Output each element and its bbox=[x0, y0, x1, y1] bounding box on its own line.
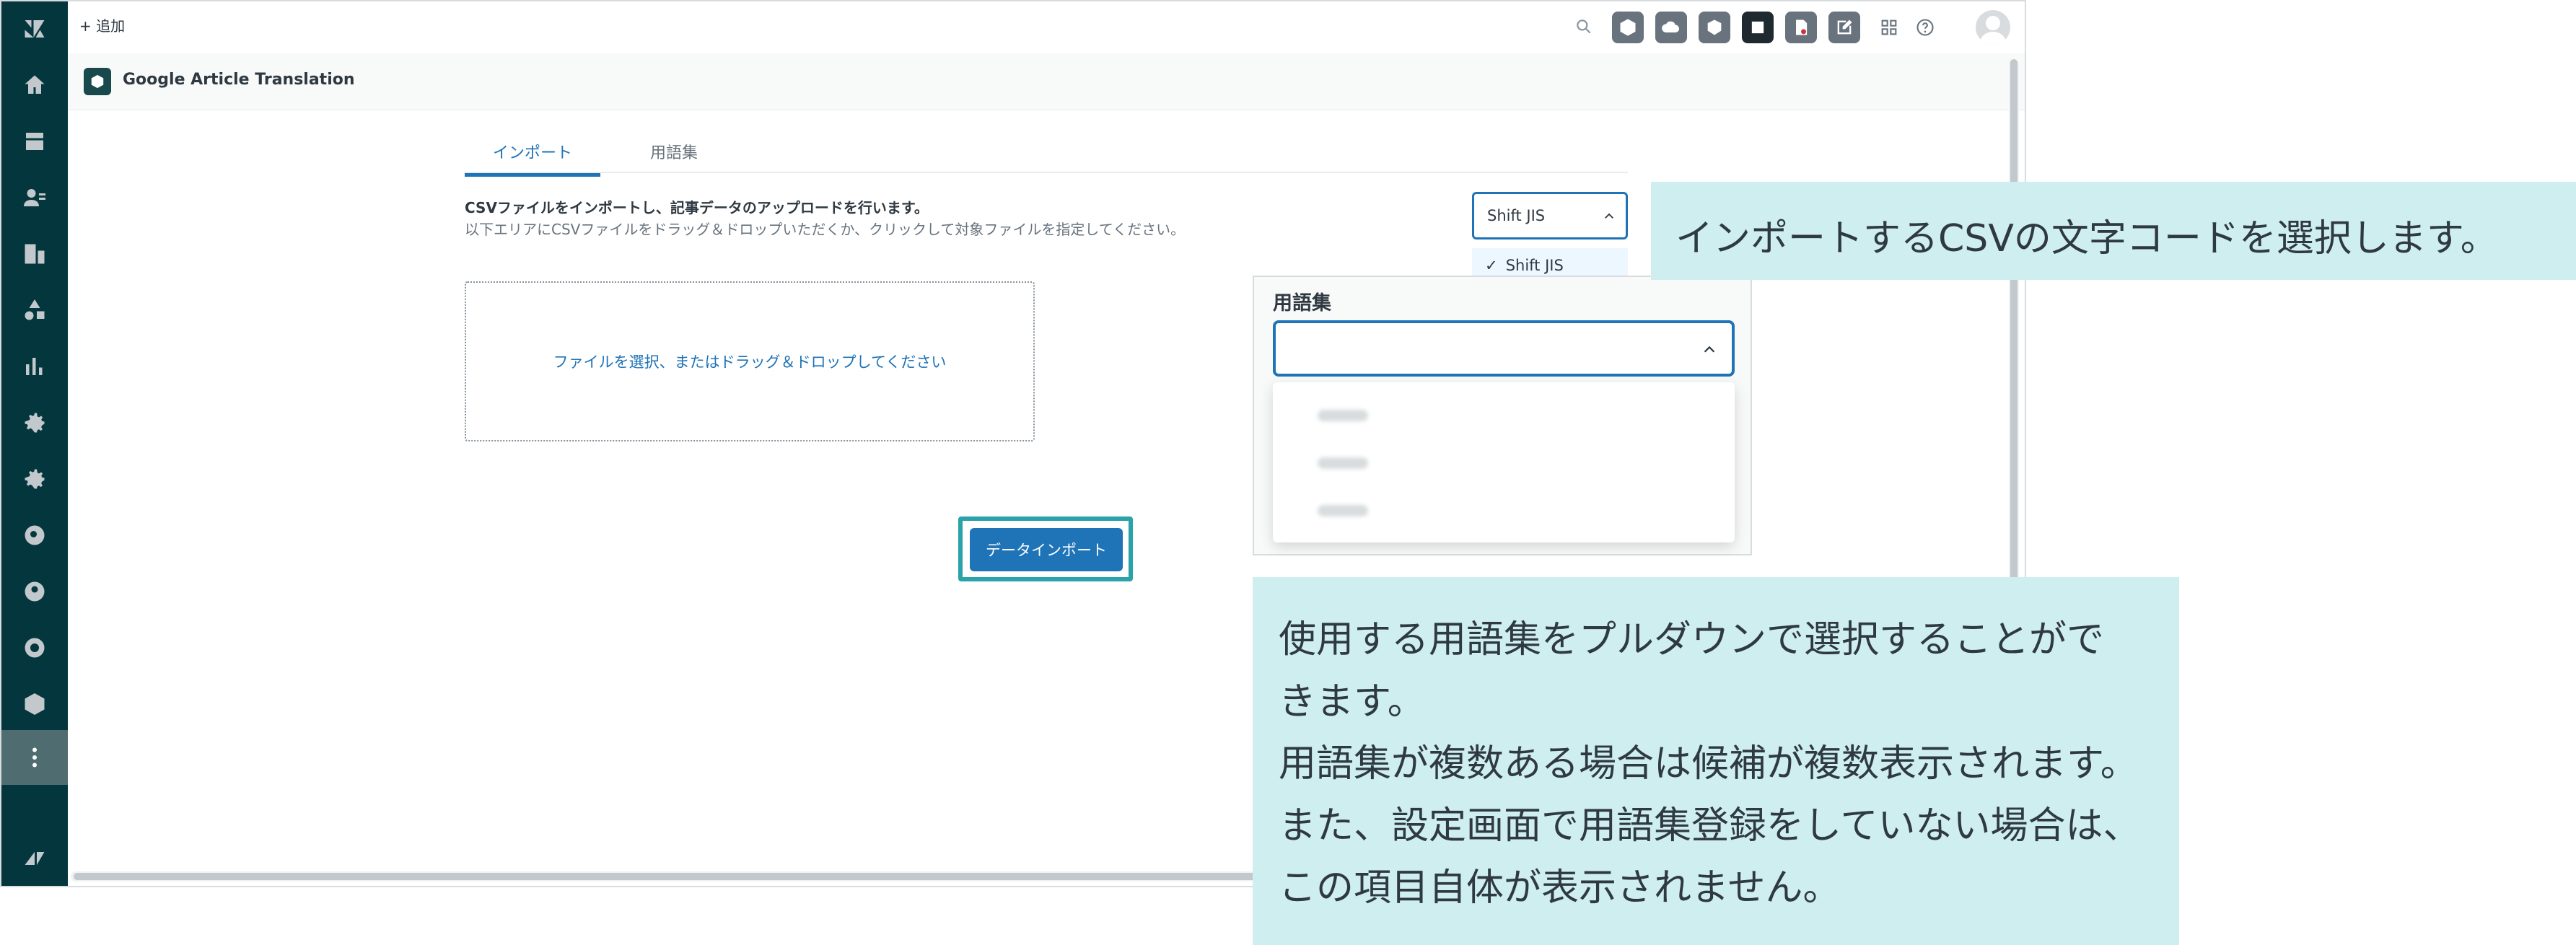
product-grid-icon[interactable] bbox=[1879, 17, 1899, 38]
views-icon[interactable] bbox=[20, 127, 49, 156]
admin-gear-icon[interactable] bbox=[20, 465, 49, 493]
app-document-icon[interactable] bbox=[1785, 12, 1817, 43]
sidebar bbox=[1, 1, 68, 886]
user-avatar[interactable] bbox=[1976, 10, 2010, 45]
glossary-option-blurred[interactable] bbox=[1318, 410, 1368, 421]
glossary-label: 用語集 bbox=[1273, 292, 1331, 315]
glossary-select[interactable] bbox=[1273, 320, 1735, 377]
search-circle-icon[interactable] bbox=[20, 521, 49, 550]
add-label: + 追加 bbox=[79, 17, 126, 35]
shapes-icon[interactable] bbox=[20, 296, 49, 325]
app-circle-icon[interactable] bbox=[20, 633, 49, 662]
glossary-callout-line: この項目自体が表示されません。 bbox=[1279, 866, 1841, 910]
customers-icon[interactable] bbox=[20, 183, 49, 212]
encoding-callout-text: インポートするCSVの文字コードを選択します。 bbox=[1675, 217, 2498, 260]
dropzone-text: ファイルを選択、またはドラッグ＆ドロップしてください bbox=[553, 353, 947, 371]
tab-import[interactable]: インポート bbox=[465, 140, 600, 177]
glossary-callout: 使用する用語集をプルダウンで選択することがで きます。 用語集が複数ある場合は候… bbox=[1253, 577, 2179, 945]
help-icon[interactable] bbox=[1915, 17, 1935, 38]
app-edit-icon[interactable] bbox=[1828, 12, 1860, 43]
encoding-callout: インポートするCSVの文字コードを選択します。 bbox=[1651, 182, 2576, 280]
glossary-callout-line: また、設定画面で用語集登録をしていない場合は、 bbox=[1279, 804, 2141, 848]
file-dropzone[interactable]: ファイルを選択、またはドラッグ＆ドロップしてください bbox=[465, 281, 1035, 441]
app-box-cloud-icon[interactable] bbox=[1699, 12, 1730, 43]
app-cube-icon[interactable] bbox=[1612, 12, 1644, 43]
glossary-options-menu bbox=[1273, 382, 1735, 542]
zendesk-logo-icon[interactable] bbox=[20, 14, 49, 43]
import-description-body: 以下エリアにCSVファイルをドラッグ＆ドロップいただくか、クリックして対象ファイ… bbox=[465, 221, 1186, 238]
user-circle-icon[interactable] bbox=[20, 577, 49, 606]
glossary-panel: 用語集 bbox=[1253, 276, 1752, 555]
tab-list: インポート 用語集 bbox=[465, 131, 1628, 177]
glossary-callout-line: 用語集が複数ある場合は候補が複数表示されます。 bbox=[1279, 742, 2138, 786]
app-logo-icon bbox=[84, 68, 111, 95]
tab-glossary[interactable]: 用語集 bbox=[631, 140, 717, 173]
encoding-option-label: Shift JIS bbox=[1505, 257, 1564, 274]
home-icon[interactable] bbox=[20, 71, 49, 100]
glossary-callout-line: きます。 bbox=[1279, 680, 1425, 724]
app-box-icon[interactable] bbox=[20, 690, 49, 718]
more-apps-icon[interactable] bbox=[20, 743, 49, 772]
glossary-callout-line: 使用する用語集をプルダウンで選択することがで bbox=[1279, 618, 2105, 662]
app-dark-icon[interactable] bbox=[1742, 12, 1774, 43]
zendesk-footer-logo-icon bbox=[20, 844, 49, 873]
app-header: Google Article Translation bbox=[68, 53, 2025, 110]
top-bar: + 追加 bbox=[68, 1, 2025, 54]
app-title: Google Article Translation bbox=[123, 71, 355, 89]
organizations-icon[interactable] bbox=[20, 239, 49, 268]
settings-icon[interactable] bbox=[20, 408, 49, 437]
check-icon: ✓ bbox=[1485, 257, 1498, 274]
encoding-select[interactable]: Shift JIS bbox=[1472, 192, 1628, 239]
import-description-title: CSVファイルをインポートし、記事データのアップロードを行います。 bbox=[465, 199, 929, 216]
search-icon[interactable] bbox=[1574, 17, 1593, 36]
reporting-icon[interactable] bbox=[20, 352, 49, 381]
add-button[interactable]: + 追加 bbox=[79, 14, 125, 35]
app-cloud-icon[interactable] bbox=[1655, 12, 1687, 43]
data-import-button[interactable]: データインポート bbox=[970, 528, 1123, 571]
glossary-option-blurred[interactable] bbox=[1318, 457, 1368, 469]
chevron-up-icon bbox=[1704, 346, 1715, 353]
encoding-selected-value: Shift JIS bbox=[1487, 207, 1546, 224]
chevron-up-icon bbox=[1605, 213, 1613, 219]
glossary-option-blurred[interactable] bbox=[1318, 505, 1368, 517]
